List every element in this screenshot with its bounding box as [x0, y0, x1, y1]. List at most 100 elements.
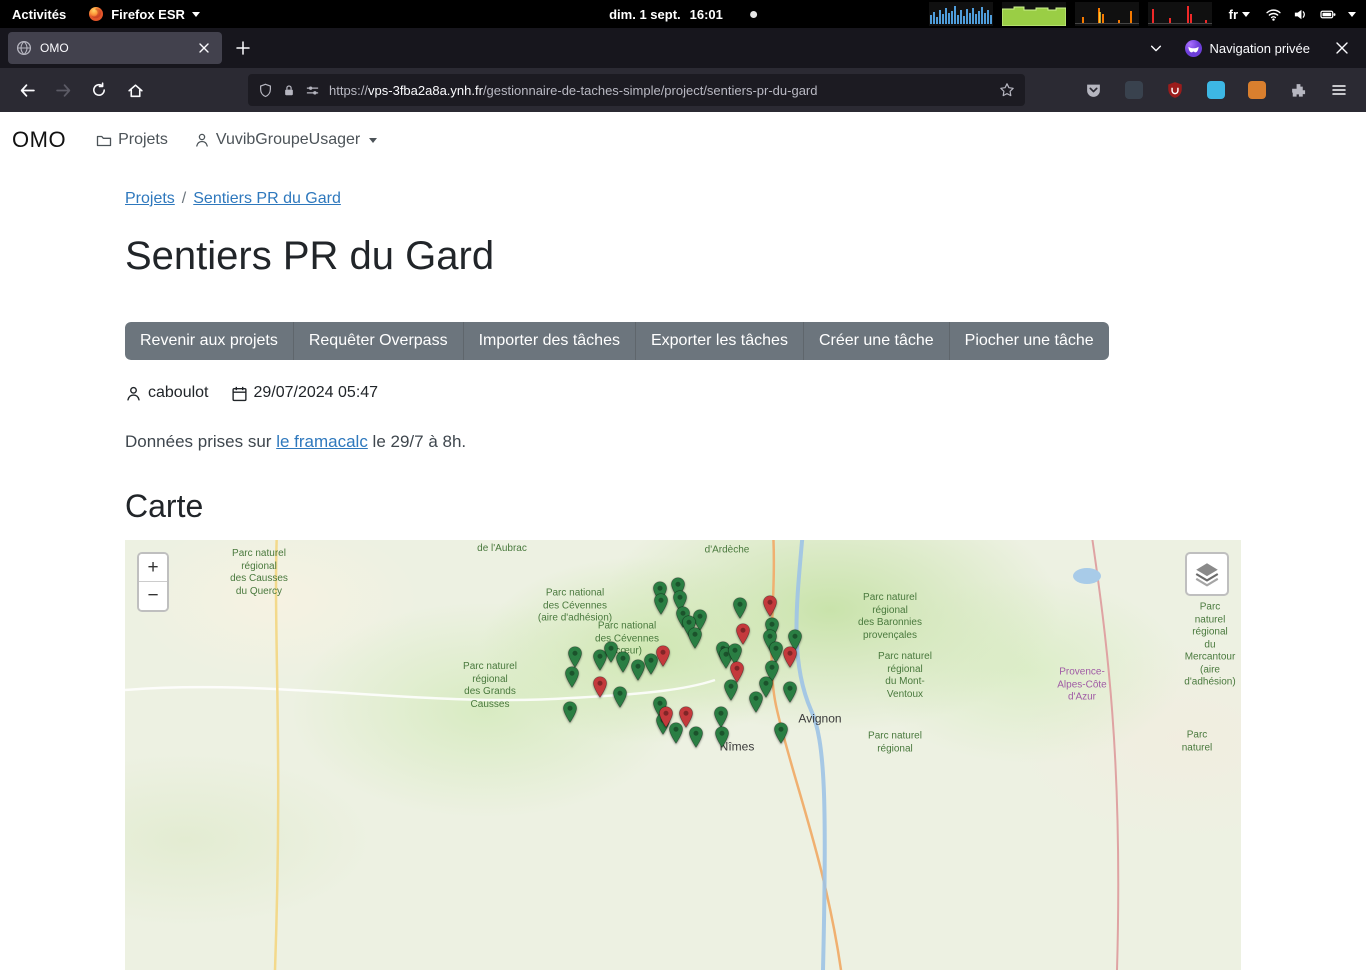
author-name: caboulot [148, 384, 209, 402]
browser-tab-bar: OMO Navigation privée [0, 28, 1366, 68]
map-marker-red[interactable] [730, 661, 745, 688]
back-to-projects-button[interactable]: Revenir aux projets [125, 322, 294, 360]
network-graph[interactable] [1075, 2, 1139, 26]
map-marker-green[interactable] [565, 666, 580, 693]
activities-button[interactable]: Activités [12, 7, 66, 22]
map-marker-green[interactable] [613, 686, 628, 713]
zoom-in-button[interactable]: + [139, 554, 167, 582]
extension-icon-dark[interactable] [1117, 73, 1151, 107]
map-marker-green[interactable] [616, 651, 631, 678]
browser-nav-toolbar: https://vps-3fba2a8a.ynh.fr/gestionnaire… [0, 68, 1366, 112]
back-button[interactable] [10, 73, 44, 107]
map-marker-red[interactable] [593, 676, 608, 703]
window-close-button[interactable] [1328, 34, 1356, 62]
export-tasks-button[interactable]: Exporter les tâches [636, 322, 804, 360]
cpu-graph[interactable] [929, 2, 993, 26]
volume-icon [1292, 7, 1309, 22]
tab-favicon-globe-icon [16, 40, 32, 56]
nav-user-label: VuvibGroupeUsager [216, 131, 360, 149]
wifi-icon [1265, 7, 1282, 22]
tab-title: OMO [40, 41, 186, 55]
url-bar[interactable]: https://vps-3fba2a8a.ynh.fr/gestionnaire… [248, 74, 1025, 106]
import-tasks-button[interactable]: Importer des tâches [464, 322, 636, 360]
home-button[interactable] [118, 73, 152, 107]
url-text[interactable]: https://vps-3fba2a8a.ynh.fr/gestionnaire… [329, 83, 990, 98]
author-person-icon [125, 385, 142, 402]
menu-icon[interactable] [1322, 73, 1356, 107]
app-menu-button[interactable]: Firefox ESR [88, 6, 200, 22]
browser-tab-active[interactable]: OMO [8, 32, 222, 64]
chevron-down-icon [1348, 12, 1356, 17]
map-marker-red[interactable] [679, 706, 694, 733]
map-canvas[interactable]: Parc naturel régional des Causses du Que… [125, 540, 1241, 970]
extensions-puzzle-icon[interactable] [1281, 73, 1315, 107]
map-marker-green[interactable] [563, 701, 578, 728]
clock-time: 16:01 [690, 7, 723, 22]
breadcrumb-current-link[interactable]: Sentiers PR du Gard [193, 190, 341, 207]
status-dot [750, 11, 757, 18]
tracking-protection-shield-icon [258, 83, 273, 98]
zoom-out-button[interactable]: − [139, 582, 167, 610]
layers-control[interactable] [1185, 552, 1229, 596]
reload-button[interactable] [82, 73, 116, 107]
forward-button[interactable] [46, 73, 80, 107]
extension-icon-blue[interactable] [1199, 73, 1233, 107]
chevron-down-icon [1242, 12, 1250, 17]
chevron-down-icon [369, 138, 377, 143]
breadcrumb: Projets / Sentiers PR du Gard [125, 190, 1241, 208]
gnome-top-bar: Activités Firefox ESR dim. 1 sept. 16:01 [0, 0, 1366, 28]
site-brand[interactable]: OMO [12, 127, 66, 153]
private-browsing-badge: Navigation privée [1185, 40, 1310, 57]
created-date: 29/07/2024 05:47 [254, 384, 379, 402]
pocket-icon[interactable] [1076, 73, 1110, 107]
screen: Activités Firefox ESR dim. 1 sept. 16:01 [0, 0, 1366, 768]
extension-icon-orange[interactable] [1240, 73, 1274, 107]
nav-user-dropdown[interactable]: VuvibGroupeUsager [194, 131, 377, 149]
map-marker-red[interactable] [656, 645, 671, 672]
project-meta: caboulot 29/07/2024 05:47 [125, 384, 1241, 402]
map-marker-red[interactable] [659, 706, 674, 733]
page-title: Sentiers PR du Gard [125, 232, 1241, 280]
permissions-icon [305, 83, 320, 98]
framacalc-link[interactable]: le framacalc [276, 432, 368, 451]
map-marker-red[interactable] [763, 595, 778, 622]
battery-icon [1319, 7, 1338, 22]
keyboard-layout-label: fr [1229, 7, 1238, 22]
new-tab-button[interactable] [228, 33, 258, 63]
nav-projects[interactable]: Projets [96, 131, 168, 149]
app-menu-label: Firefox ESR [111, 7, 185, 22]
list-all-tabs-button[interactable] [1141, 33, 1171, 63]
map-marker-green[interactable] [749, 691, 764, 718]
map-marker-green[interactable] [733, 597, 748, 624]
keyboard-layout-indicator[interactable]: fr [1229, 7, 1250, 22]
map-marker-green[interactable] [688, 627, 703, 654]
map-marker-red[interactable] [783, 646, 798, 673]
pick-task-button[interactable]: Piocher une tâche [950, 322, 1109, 360]
map-marker-green[interactable] [774, 722, 789, 749]
chevron-down-icon [192, 12, 200, 17]
clock[interactable]: dim. 1 sept. 16:01 [609, 0, 757, 28]
nav-projects-label: Projets [118, 131, 168, 149]
breadcrumb-projects-link[interactable]: Projets [125, 190, 175, 207]
breadcrumb-separator: / [182, 190, 186, 207]
system-status-area[interactable] [1265, 7, 1356, 22]
project-description: Données prises sur le framacalc le 29/7 … [125, 432, 1241, 452]
bookmark-star-icon[interactable] [999, 82, 1015, 98]
disk-graph[interactable] [1148, 2, 1212, 26]
layers-icon [1193, 560, 1221, 588]
calendar-icon [231, 385, 248, 402]
map-marker-green[interactable] [715, 726, 730, 753]
private-browsing-label: Navigation privée [1210, 41, 1310, 56]
map-marker-green[interactable] [783, 681, 798, 708]
private-browsing-mask-icon [1185, 40, 1202, 57]
create-task-button[interactable]: Créer une tâche [804, 322, 950, 360]
map-section-heading: Carte [125, 486, 1241, 526]
memory-graph[interactable] [1002, 2, 1066, 26]
ublock-origin-icon[interactable] [1158, 73, 1192, 107]
map-marker-green[interactable] [654, 593, 669, 620]
map-marker-red[interactable] [736, 623, 751, 650]
clock-date: dim. 1 sept. [609, 7, 681, 22]
person-icon [194, 132, 210, 148]
tab-close-button[interactable] [194, 38, 214, 58]
overpass-query-button[interactable]: Requêter Overpass [294, 322, 464, 360]
